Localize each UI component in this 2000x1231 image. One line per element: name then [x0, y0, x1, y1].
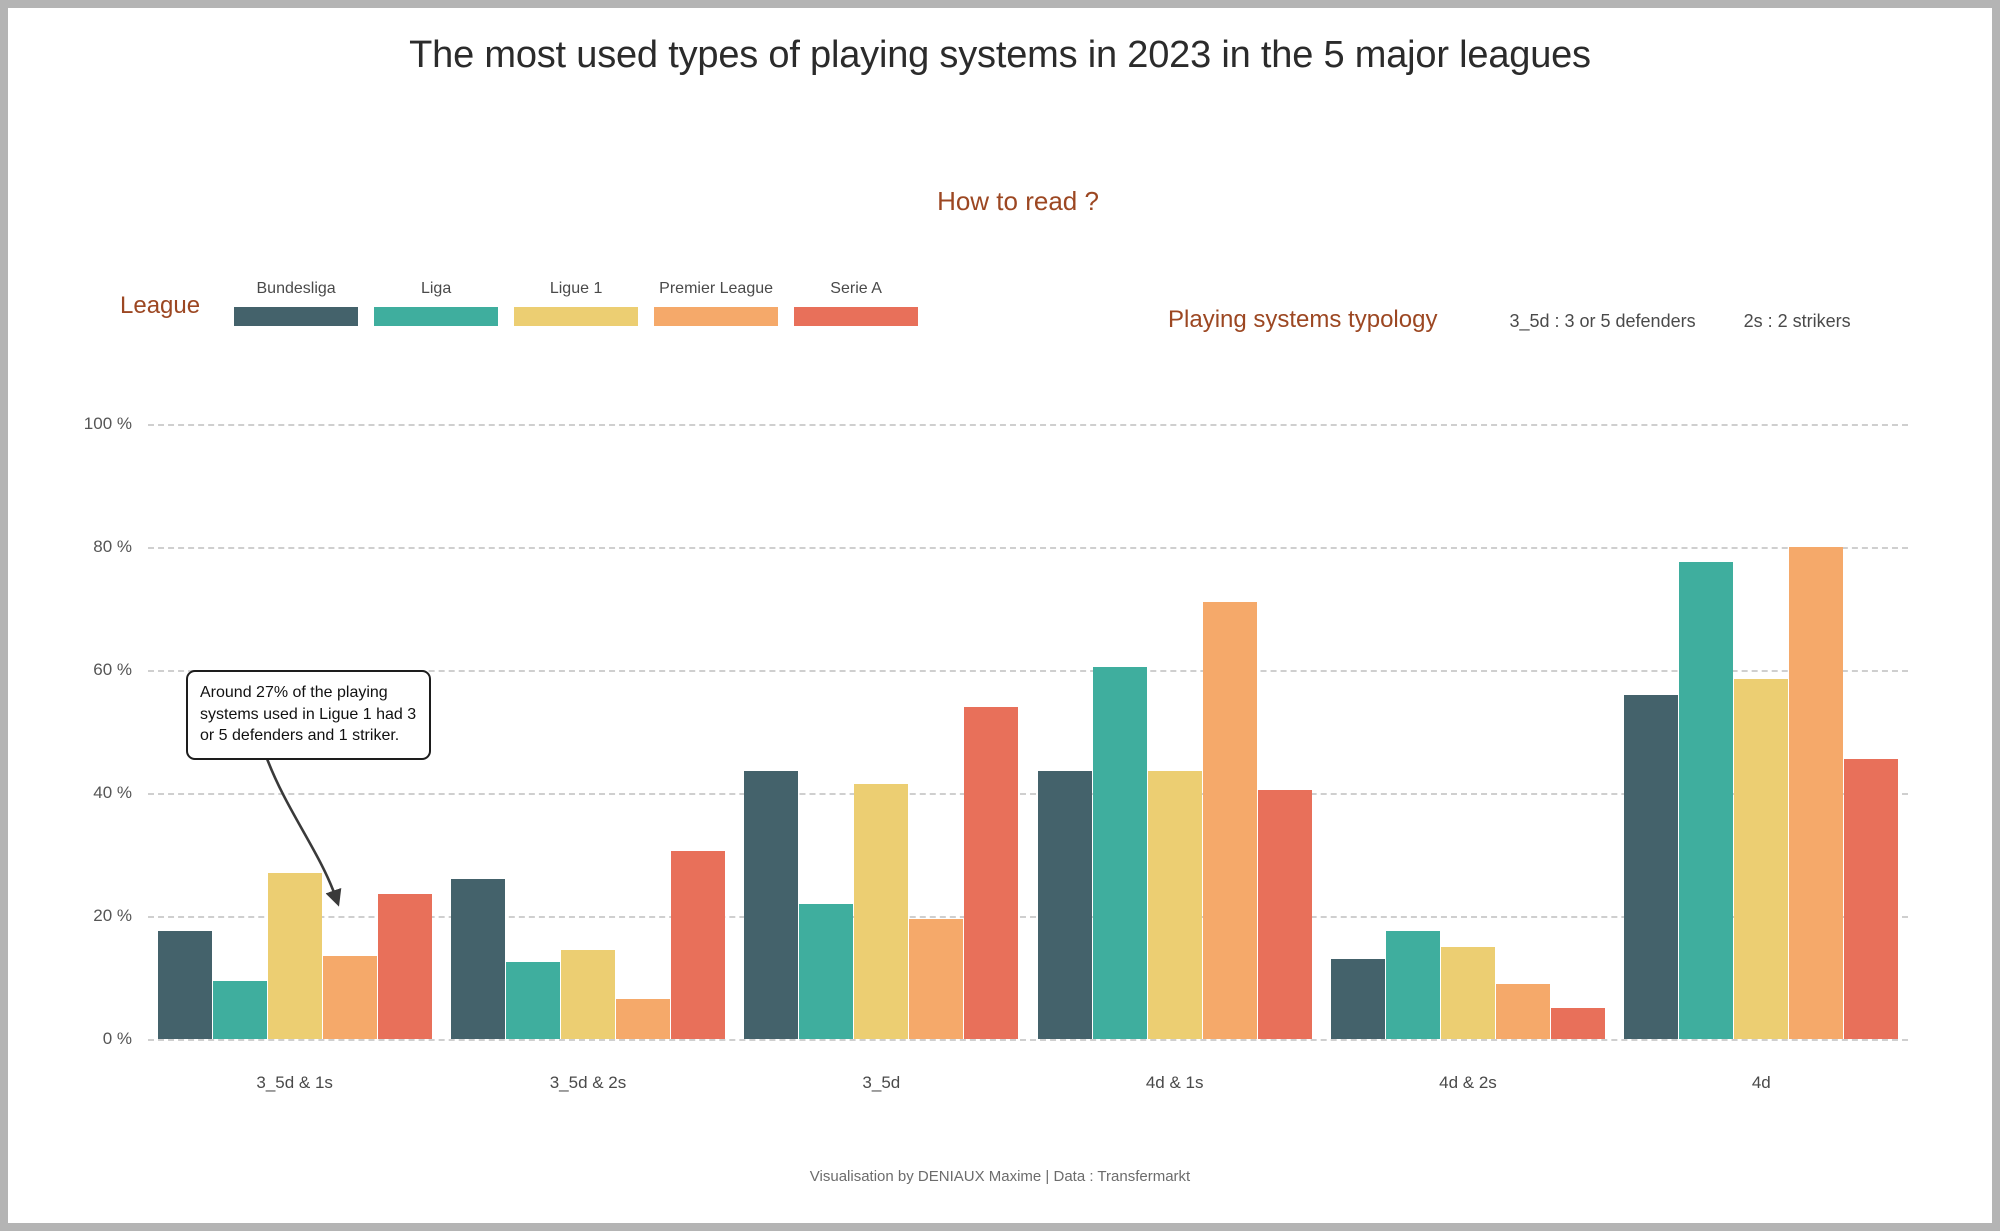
bar[interactable]: [560, 949, 615, 1039]
chart-canvas: The most used types of playing systems i…: [8, 8, 1992, 1223]
bar[interactable]: [1734, 679, 1789, 1039]
bar[interactable]: [1202, 602, 1257, 1039]
footer-credit: Visualisation by DENIAUX Maxime | Data :…: [809, 1168, 1191, 1185]
bar-chart-plot: 0 % 20 % 40 % 60 % 80 % 100 % 3_5d & 1s 3_5d &…: [8, 8, 1992, 1223]
bar[interactable]: [799, 903, 854, 1039]
bar[interactable]: [1092, 666, 1147, 1039]
x-axis-tick-label: 4d & 1s: [1145, 1073, 1204, 1092]
gridline: [148, 1039, 1908, 1041]
y-axis-tick-label: 60 %: [93, 660, 132, 679]
x-axis-tick-label: 4d & 2s: [1439, 1073, 1497, 1092]
bar[interactable]: [615, 999, 670, 1039]
y-axis-tick-label: 0 %: [102, 1029, 132, 1048]
bar[interactable]: [322, 955, 377, 1039]
bar-group: 4d: [1615, 424, 1908, 1092]
bar[interactable]: [1147, 771, 1202, 1039]
bar[interactable]: [212, 980, 267, 1039]
bar[interactable]: [909, 919, 964, 1039]
bar[interactable]: [157, 931, 212, 1039]
bar[interactable]: [1550, 1008, 1605, 1039]
y-axis-tick-label: 20 %: [93, 906, 132, 925]
bar[interactable]: [450, 879, 505, 1039]
bar[interactable]: [1440, 946, 1495, 1039]
bar[interactable]: [1385, 931, 1440, 1039]
x-axis-tick-label: 3_5d & 1s: [256, 1073, 333, 1092]
bar[interactable]: [505, 962, 560, 1039]
bar[interactable]: [670, 851, 725, 1039]
x-axis-tick-label: 3_5d & 2s: [549, 1073, 627, 1092]
y-axis-tick-label: 40 %: [93, 783, 132, 802]
bar[interactable]: [1844, 759, 1899, 1039]
bar[interactable]: [1495, 983, 1550, 1039]
bar-group: 4d & 2s: [1321, 424, 1614, 1092]
x-axis-tick-label: 3_5d: [862, 1073, 901, 1092]
bar-group: 3_5d & 2s: [441, 424, 734, 1092]
bar-group: 4d & 1s: [1028, 424, 1321, 1092]
y-axis-tick-label: 80 %: [93, 537, 132, 556]
y-axis-tick-label: 100 %: [83, 414, 132, 433]
bar[interactable]: [1624, 694, 1679, 1039]
bar[interactable]: [1037, 771, 1092, 1039]
x-axis-tick-label: 4d: [1751, 1073, 1771, 1092]
bar[interactable]: [744, 771, 799, 1039]
annotation-text: Around 27% of the playing systems used i…: [200, 684, 417, 745]
annotation-arrow-icon: [264, 755, 342, 907]
bar[interactable]: [1330, 959, 1385, 1039]
bar[interactable]: [1789, 547, 1844, 1039]
bar[interactable]: [1679, 562, 1734, 1039]
bar[interactable]: [964, 706, 1019, 1039]
annotation-callout: Around 27% of the playing systems used i…: [186, 670, 431, 760]
bar[interactable]: [1257, 789, 1312, 1039]
bar-group: 3_5d: [735, 424, 1028, 1092]
bar[interactable]: [854, 783, 909, 1039]
